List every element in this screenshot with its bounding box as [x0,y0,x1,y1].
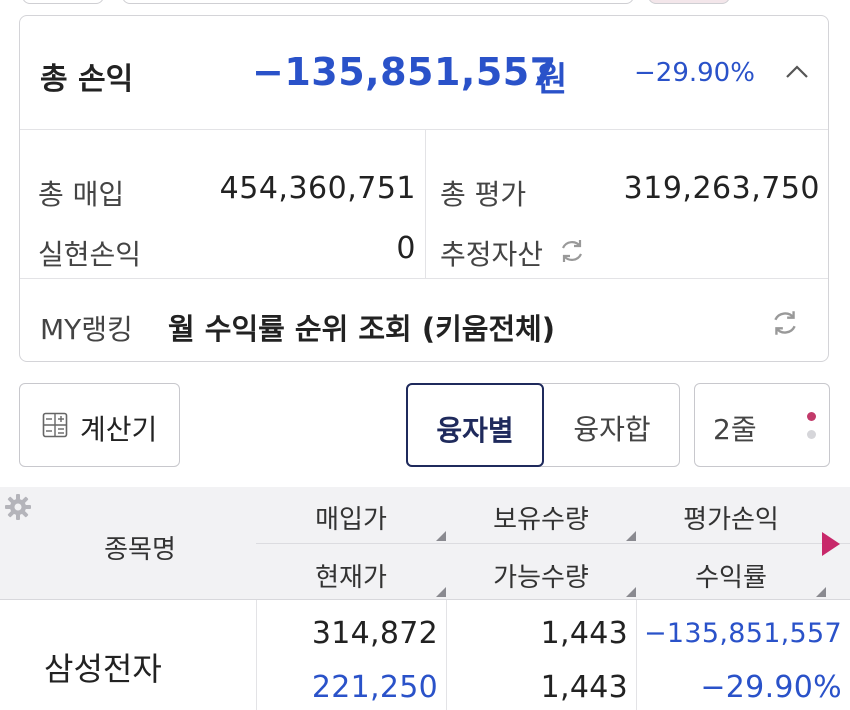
est-assets-label: 추정자산 [440,238,544,271]
summary-grid: 총 매입 454,360,751 총 평가 319,263,750 실현손익 0… [20,129,828,279]
total-pl-rate: −29.90% [634,58,755,88]
sort-corner-icon [816,587,826,597]
row-lines-label: 2줄 [713,413,757,446]
table-header: 종목명 매입가 보유수량 평가손익 현재가 가능수량 수익률 [0,487,850,600]
column-divider [636,600,637,710]
table-row[interactable]: 삼성전자 314,872 221,250 1,443 1,443 −135,85… [0,600,850,710]
row-return-rate: −29.90% [700,670,842,705]
row-eval-pl: −135,851,557 [644,618,842,649]
sort-corner-icon [626,531,636,541]
top-control-middle[interactable] [122,0,634,4]
total-purchase-label: 총 매입 [38,178,125,211]
column-divider [446,600,447,710]
scroll-right-arrow-icon[interactable] [822,532,840,556]
page-dot [807,430,816,439]
refresh-icon[interactable] [770,308,800,338]
chevron-up-icon[interactable] [784,62,810,82]
header-stock-name[interactable]: 종목명 [40,529,240,566]
page-dot-active [807,412,816,421]
header-eval-pl[interactable]: 평가손익 [636,499,826,536]
total-eval-label: 총 평가 [440,178,527,211]
sort-corner-icon [436,531,446,541]
realized-pl-label: 실현손익 [38,238,142,271]
summary-card: 총 손익 −135,851,557 원 −29.90% 총 매입 454,360… [19,15,829,362]
ranking-label: MY랭킹 [40,313,133,346]
header-return-rate[interactable]: 수익률 [636,557,826,594]
row-stock-name: 삼성전자 [44,650,162,688]
ranking-link[interactable]: 월 수익률 순위 조회 (키움전체) [168,306,555,348]
header-holding-qty[interactable]: 보유수량 [446,499,636,536]
header-current-price[interactable]: 현재가 [256,557,446,594]
calculator-label: 계산기 [80,413,158,446]
refresh-icon[interactable] [558,237,586,265]
row-purchase-price: 314,872 [311,616,438,651]
loan-view-segment: 융자별 융자합 [406,383,680,467]
grid-divider [425,129,426,278]
segment-loan-total[interactable]: 융자합 [544,408,680,448]
total-pl-header[interactable]: 총 손익 −135,851,557 원 −29.90% [20,16,828,130]
column-divider [256,600,257,710]
sort-corner-icon [436,587,446,597]
segment-by-loan[interactable]: 융자별 [406,383,544,467]
row-holding-qty: 1,443 [540,616,628,651]
total-eval-value: 319,263,750 [623,171,820,206]
row-available-qty: 1,443 [540,670,628,705]
gear-icon[interactable] [4,493,32,521]
calculator-button[interactable]: 계산기 [19,383,180,467]
total-pl-value: −135,851,557 [252,50,557,94]
sort-corner-icon [626,587,636,597]
calculator-icon [42,412,68,438]
top-control-left[interactable] [22,0,104,4]
top-control-right[interactable] [648,0,730,4]
realized-pl-value: 0 [396,231,416,266]
total-purchase-value: 454,360,751 [219,171,416,206]
header-split [256,543,850,544]
header-available-qty[interactable]: 가능수량 [446,557,636,594]
segment-by-loan-label: 융자별 [436,414,514,447]
row-lines-button[interactable]: 2줄 [694,383,830,467]
total-pl-unit: 원 [536,60,568,100]
row-current-price: 221,250 [311,670,438,705]
header-purchase-price[interactable]: 매입가 [256,499,446,536]
total-pl-label: 총 손익 [40,62,134,97]
